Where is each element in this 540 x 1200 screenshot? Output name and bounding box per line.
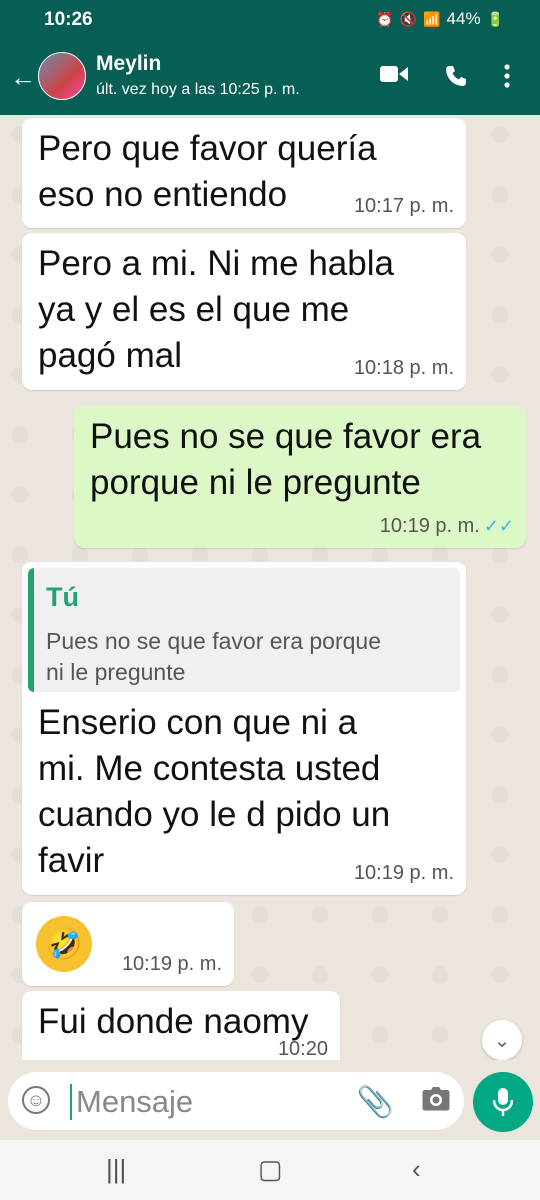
video-call-icon[interactable]	[380, 64, 408, 89]
chevron-down-icon: ⌄	[493, 1029, 511, 1052]
mute-icon: 🔇	[399, 10, 418, 27]
composer-bar: ☺ 📎	[0, 1060, 540, 1140]
read-receipt-icon: ✓✓	[483, 516, 514, 536]
recent-apps-icon[interactable]: |||	[106, 1154, 126, 1185]
battery-icon: 🔋	[486, 10, 504, 27]
rolling-on-floor-laughing-emoji-icon: 🤣	[36, 916, 92, 972]
message-time: 10:19 p. m. ✓✓	[380, 515, 514, 538]
message-time-text: 10:19 p. m.	[379, 515, 480, 537]
text-caret	[70, 1084, 72, 1120]
message-bubble-emoji[interactable]: 🤣 10:19 p. m.	[22, 902, 234, 986]
scroll-down-button[interactable]: ⌄	[482, 1020, 522, 1060]
message-time: 10:20	[277, 1038, 328, 1060]
wifi-icon: 📶	[423, 10, 441, 27]
emoji-icon[interactable]: ☺	[22, 1086, 50, 1114]
status-time: 10:26	[44, 9, 93, 30]
message-time: 10:18 p. m.	[353, 357, 454, 379]
battery-level: 44%	[446, 9, 481, 28]
message-input[interactable]	[74, 1080, 358, 1124]
chat-header: ← Meylin últ. vez hoy a las 10:25 p. m.	[0, 40, 540, 115]
message-text: Enserio con que ni a mi. Me contesta ust…	[38, 703, 391, 880]
more-options-icon[interactable]	[503, 64, 511, 93]
camera-icon[interactable]	[422, 1086, 450, 1117]
home-icon[interactable]: ▢	[258, 1154, 283, 1185]
message-text: Pues no se que favor era porque ni le pr…	[90, 417, 482, 502]
quote-text: Pues no se que favor era porque ni le pr…	[46, 628, 382, 685]
message-time: 10:17 p. m.	[353, 195, 454, 217]
message-bubble[interactable]: Pero a mi. Ni me habla ya y el es el que…	[22, 233, 466, 390]
message-time: 10:19 p. m.	[353, 862, 454, 884]
message-bubble[interactable]: Pero que favor quería eso no entiendo 10…	[22, 118, 466, 228]
voice-call-icon[interactable]	[444, 64, 468, 93]
microphone-icon	[493, 1088, 513, 1116]
message-bubble-outgoing[interactable]: Pues no se que favor era porque ni le pr…	[74, 406, 526, 548]
chat-area[interactable]: Pero que favor quería eso no entiendo 10…	[0, 115, 540, 1060]
back-icon[interactable]: ‹	[412, 1154, 421, 1185]
avatar[interactable]	[38, 52, 86, 100]
message-bubble-reply[interactable]: Tú Pues no se que favor era porque ni le…	[22, 562, 466, 895]
message-text: Pero que favor quería eso no entiendo	[38, 129, 377, 214]
message-text: Fui donde naomy	[38, 1002, 309, 1041]
attach-icon[interactable]: 📎	[357, 1085, 394, 1120]
system-nav-bar: ||| ▢ ‹	[0, 1140, 540, 1200]
message-bubble[interactable]: Fui donde naomy 10:20	[22, 991, 340, 1060]
message-time: 10:19 p. m.	[121, 953, 222, 975]
back-arrow-icon[interactable]: ←	[10, 62, 36, 93]
microphone-button[interactable]	[473, 1072, 533, 1132]
status-bar: 10:26 ⏰ 🔇 📶 44% 🔋	[0, 0, 540, 40]
quoted-message[interactable]: Tú Pues no se que favor era porque ni le…	[28, 568, 460, 692]
contact-name[interactable]: Meylin	[96, 52, 161, 76]
message-text: Pero a mi. Ni me habla ya y el es el que…	[38, 244, 394, 375]
last-seen: últ. vez hoy a las 10:25 p. m.	[96, 81, 300, 98]
message-input-box[interactable]: ☺ 📎	[8, 1072, 464, 1130]
alarm-icon: ⏰	[376, 10, 394, 27]
status-icons: ⏰ 🔇 📶 44% 🔋	[376, 9, 504, 29]
quote-author: Tú	[46, 582, 79, 612]
